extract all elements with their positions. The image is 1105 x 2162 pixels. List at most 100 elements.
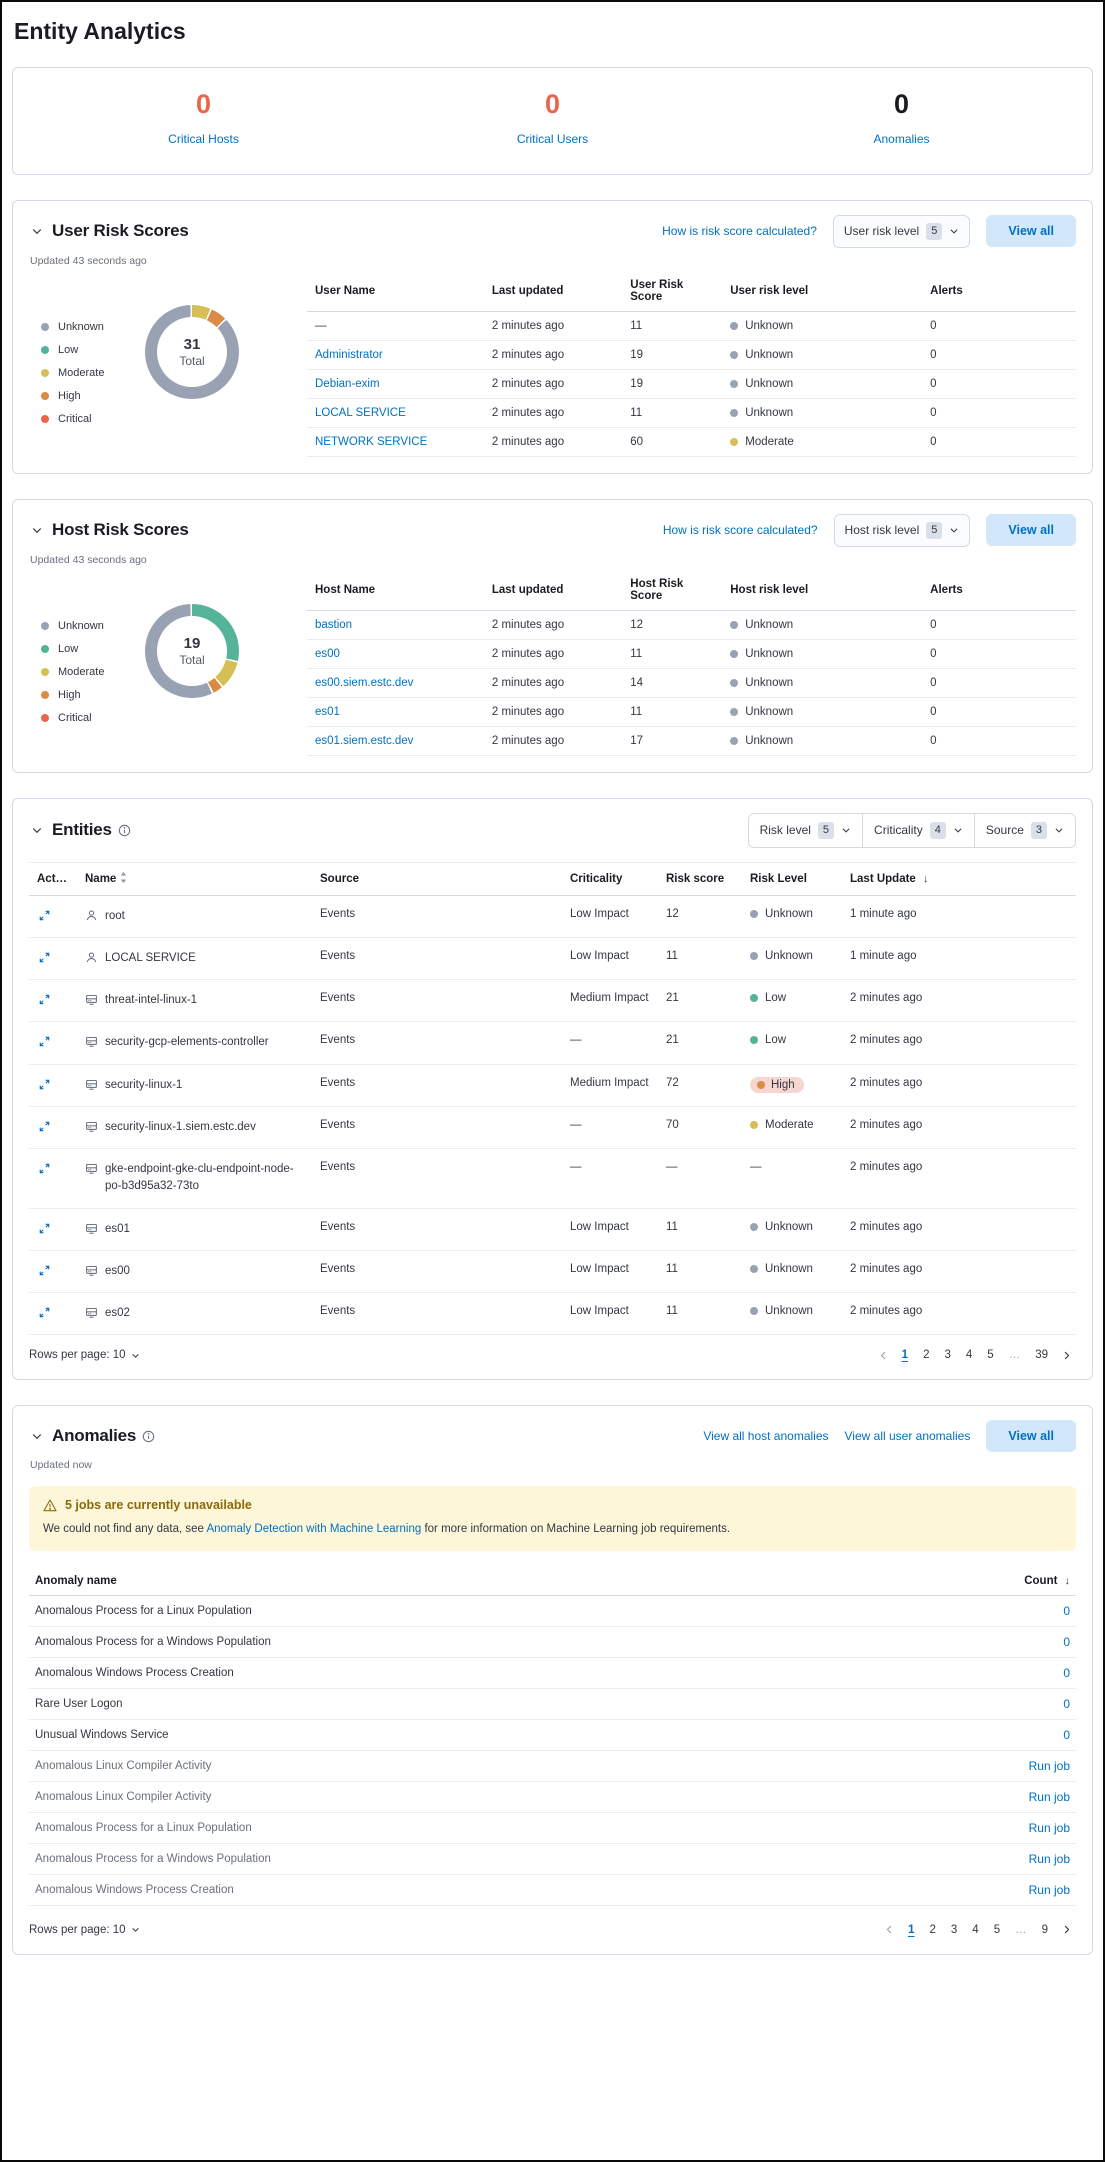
host-icon bbox=[85, 1264, 98, 1277]
host-risk-view-all-button[interactable]: View all bbox=[986, 514, 1076, 546]
entities-col-name[interactable]: Name bbox=[77, 862, 312, 895]
anomaly-count-link[interactable]: 0 bbox=[1063, 1635, 1070, 1649]
expand-entity-button[interactable] bbox=[37, 1221, 52, 1236]
table-row: Debian-exim2 minutes ago19Unknown0 bbox=[307, 369, 1076, 398]
user-risk-level-select[interactable]: User risk level 5 bbox=[833, 215, 970, 248]
host-name-link[interactable]: es01.siem.estc.dev bbox=[315, 735, 413, 747]
anomalies-page-2[interactable]: 2 bbox=[923, 1922, 941, 1938]
risk-level-dot-icon bbox=[730, 380, 738, 388]
user-name-link[interactable]: Debian-exim bbox=[315, 378, 380, 390]
user-name-link[interactable]: NETWORK SERVICE bbox=[315, 436, 427, 448]
anomalies-next-page-chevron-right-icon[interactable] bbox=[1057, 1922, 1076, 1937]
user-risk-calc-link[interactable]: How is risk score calculated? bbox=[662, 224, 817, 238]
entity-name: gke-endpoint-gke-clu-endpoint-node-po-b3… bbox=[85, 1161, 304, 1196]
entities-page-3[interactable]: 3 bbox=[938, 1347, 956, 1363]
entities-page-4[interactable]: 4 bbox=[960, 1347, 978, 1363]
host-risk-level-select[interactable]: Host risk level 5 bbox=[834, 514, 971, 547]
chevron-down-icon bbox=[949, 525, 959, 535]
risk-level-unknown: Unknown bbox=[750, 1221, 834, 1233]
entities-page-1[interactable]: 1 bbox=[896, 1347, 914, 1363]
entities-pagination: 12345…39 bbox=[874, 1347, 1076, 1363]
host-name-link[interactable]: es00.siem.estc.dev bbox=[315, 677, 413, 689]
view-all-user-anomalies-link[interactable]: View all user anomalies bbox=[845, 1429, 971, 1443]
kpi-anomalies-label[interactable]: Anomalies bbox=[873, 132, 929, 146]
anomaly-count-link[interactable]: 0 bbox=[1063, 1666, 1070, 1680]
filter-criticality[interactable]: Criticality4 bbox=[862, 814, 974, 847]
chevron-down-icon bbox=[1054, 825, 1064, 835]
last-updated-cell: 2 minutes ago bbox=[484, 726, 622, 755]
user-name-link[interactable]: Administrator bbox=[315, 349, 383, 361]
entities-col-criticality: Criticality bbox=[562, 862, 658, 895]
entities-page-5[interactable]: 5 bbox=[981, 1347, 999, 1363]
expand-entity-button[interactable] bbox=[37, 1119, 52, 1134]
anomalies-page-5[interactable]: 5 bbox=[988, 1922, 1006, 1938]
entities-collapse-chevron-down-icon[interactable] bbox=[29, 822, 45, 838]
user-name-link[interactable]: LOCAL SERVICE bbox=[315, 407, 406, 419]
anomaly-name: Anomalous Windows Process Creation bbox=[29, 1874, 986, 1905]
expand-entity-button[interactable] bbox=[37, 908, 52, 923]
expand-entity-button[interactable] bbox=[37, 1263, 52, 1278]
run-job-link[interactable]: Run job bbox=[1029, 1759, 1070, 1773]
risk-level-dot-icon bbox=[750, 910, 758, 918]
anomalies-page-3[interactable]: 3 bbox=[945, 1922, 963, 1938]
filter-risk-level[interactable]: Risk level5 bbox=[749, 814, 862, 847]
expand-entity-button[interactable] bbox=[37, 1034, 52, 1049]
host-name-link[interactable]: es00 bbox=[315, 648, 340, 660]
jobs-unavailable-callout: 5 jobs are currently unavailable We coul… bbox=[29, 1486, 1076, 1550]
anomaly-name: Rare User Logon bbox=[29, 1688, 986, 1719]
filter-source[interactable]: Source3 bbox=[974, 814, 1075, 847]
anomalies-page-1[interactable]: 1 bbox=[902, 1922, 920, 1938]
expand-entity-button[interactable] bbox=[37, 992, 52, 1007]
run-job-link[interactable]: Run job bbox=[1029, 1790, 1070, 1804]
filter-label: Source bbox=[986, 823, 1024, 837]
anomalies-rows-per-page[interactable]: Rows per page: 10 bbox=[29, 1924, 140, 1936]
user-risk-view-all-button[interactable]: View all bbox=[986, 215, 1076, 247]
host-name-link[interactable]: bastion bbox=[315, 619, 352, 631]
anomaly-count-link[interactable]: 0 bbox=[1063, 1697, 1070, 1711]
kpi-critical-users-label[interactable]: Critical Users bbox=[517, 132, 588, 146]
expand-entity-button[interactable] bbox=[37, 1077, 52, 1092]
expand-entity-button[interactable] bbox=[37, 1161, 52, 1176]
user-legend-item-unknown: Unknown bbox=[41, 321, 145, 333]
anomalies-col-name: Anomaly name bbox=[29, 1567, 986, 1596]
source-cell: Events bbox=[312, 1208, 562, 1250]
legend-dot-icon bbox=[41, 415, 49, 423]
run-job-link[interactable]: Run job bbox=[1029, 1821, 1070, 1835]
anomalies-view-all-button[interactable]: View all bbox=[986, 1420, 1076, 1452]
host-risk-calc-link[interactable]: How is risk score calculated? bbox=[663, 523, 818, 537]
user-risk-donut-chart: 31 Total bbox=[145, 305, 239, 399]
entities-next-page-chevron-right-icon[interactable] bbox=[1057, 1348, 1076, 1363]
table-row: es00.siem.estc.dev2 minutes ago14Unknown… bbox=[307, 668, 1076, 697]
last-update-cell: 2 minutes ago bbox=[842, 1064, 1076, 1106]
anomalies-collapse-chevron-down-icon[interactable] bbox=[29, 1428, 45, 1444]
kpi-critical-hosts-label[interactable]: Critical Hosts bbox=[168, 132, 239, 146]
entities-prev-page-chevron-left-icon[interactable] bbox=[874, 1348, 893, 1363]
ml-docs-link[interactable]: Anomaly Detection with Machine Learning bbox=[206, 1523, 421, 1535]
anomalies-page-4[interactable]: 4 bbox=[966, 1922, 984, 1938]
host-risk-collapse-chevron-down-icon[interactable] bbox=[29, 522, 45, 538]
risk-level-dot-icon bbox=[730, 737, 738, 745]
entity-name-text: threat-intel-linux-1 bbox=[105, 992, 197, 1009]
anomalies-page-9[interactable]: 9 bbox=[1036, 1922, 1054, 1938]
alerts-cell: 0 bbox=[922, 639, 1076, 668]
alerts-cell: 0 bbox=[922, 668, 1076, 697]
view-all-host-anomalies-link[interactable]: View all host anomalies bbox=[703, 1429, 828, 1443]
host-name-link[interactable]: es01 bbox=[315, 706, 340, 718]
entities-col-last-update[interactable]: Last Update ↓ bbox=[842, 862, 1076, 895]
anomalies-col-count[interactable]: Count ↓ bbox=[986, 1567, 1076, 1596]
run-job-link[interactable]: Run job bbox=[1029, 1852, 1070, 1866]
entities-page-39[interactable]: 39 bbox=[1029, 1347, 1054, 1363]
user-risk-panel: User Risk Scores How is risk score calcu… bbox=[12, 200, 1093, 474]
risk-level-unknown: Unknown bbox=[750, 1305, 834, 1317]
risk-level-label: Unknown bbox=[765, 1221, 813, 1233]
user-risk-collapse-chevron-down-icon[interactable] bbox=[29, 223, 45, 239]
anomaly-count-link[interactable]: 0 bbox=[1063, 1604, 1070, 1618]
expand-entity-button[interactable] bbox=[37, 950, 52, 965]
anomaly-count-link[interactable]: 0 bbox=[1063, 1728, 1070, 1742]
entities-page-2[interactable]: 2 bbox=[917, 1347, 935, 1363]
source-cell: Events bbox=[312, 1022, 562, 1064]
run-job-link[interactable]: Run job bbox=[1029, 1883, 1070, 1897]
expand-entity-button[interactable] bbox=[37, 1305, 52, 1320]
entities-rows-per-page[interactable]: Rows per page: 10 bbox=[29, 1349, 140, 1361]
anomalies-prev-page-chevron-left-icon[interactable] bbox=[880, 1922, 899, 1937]
